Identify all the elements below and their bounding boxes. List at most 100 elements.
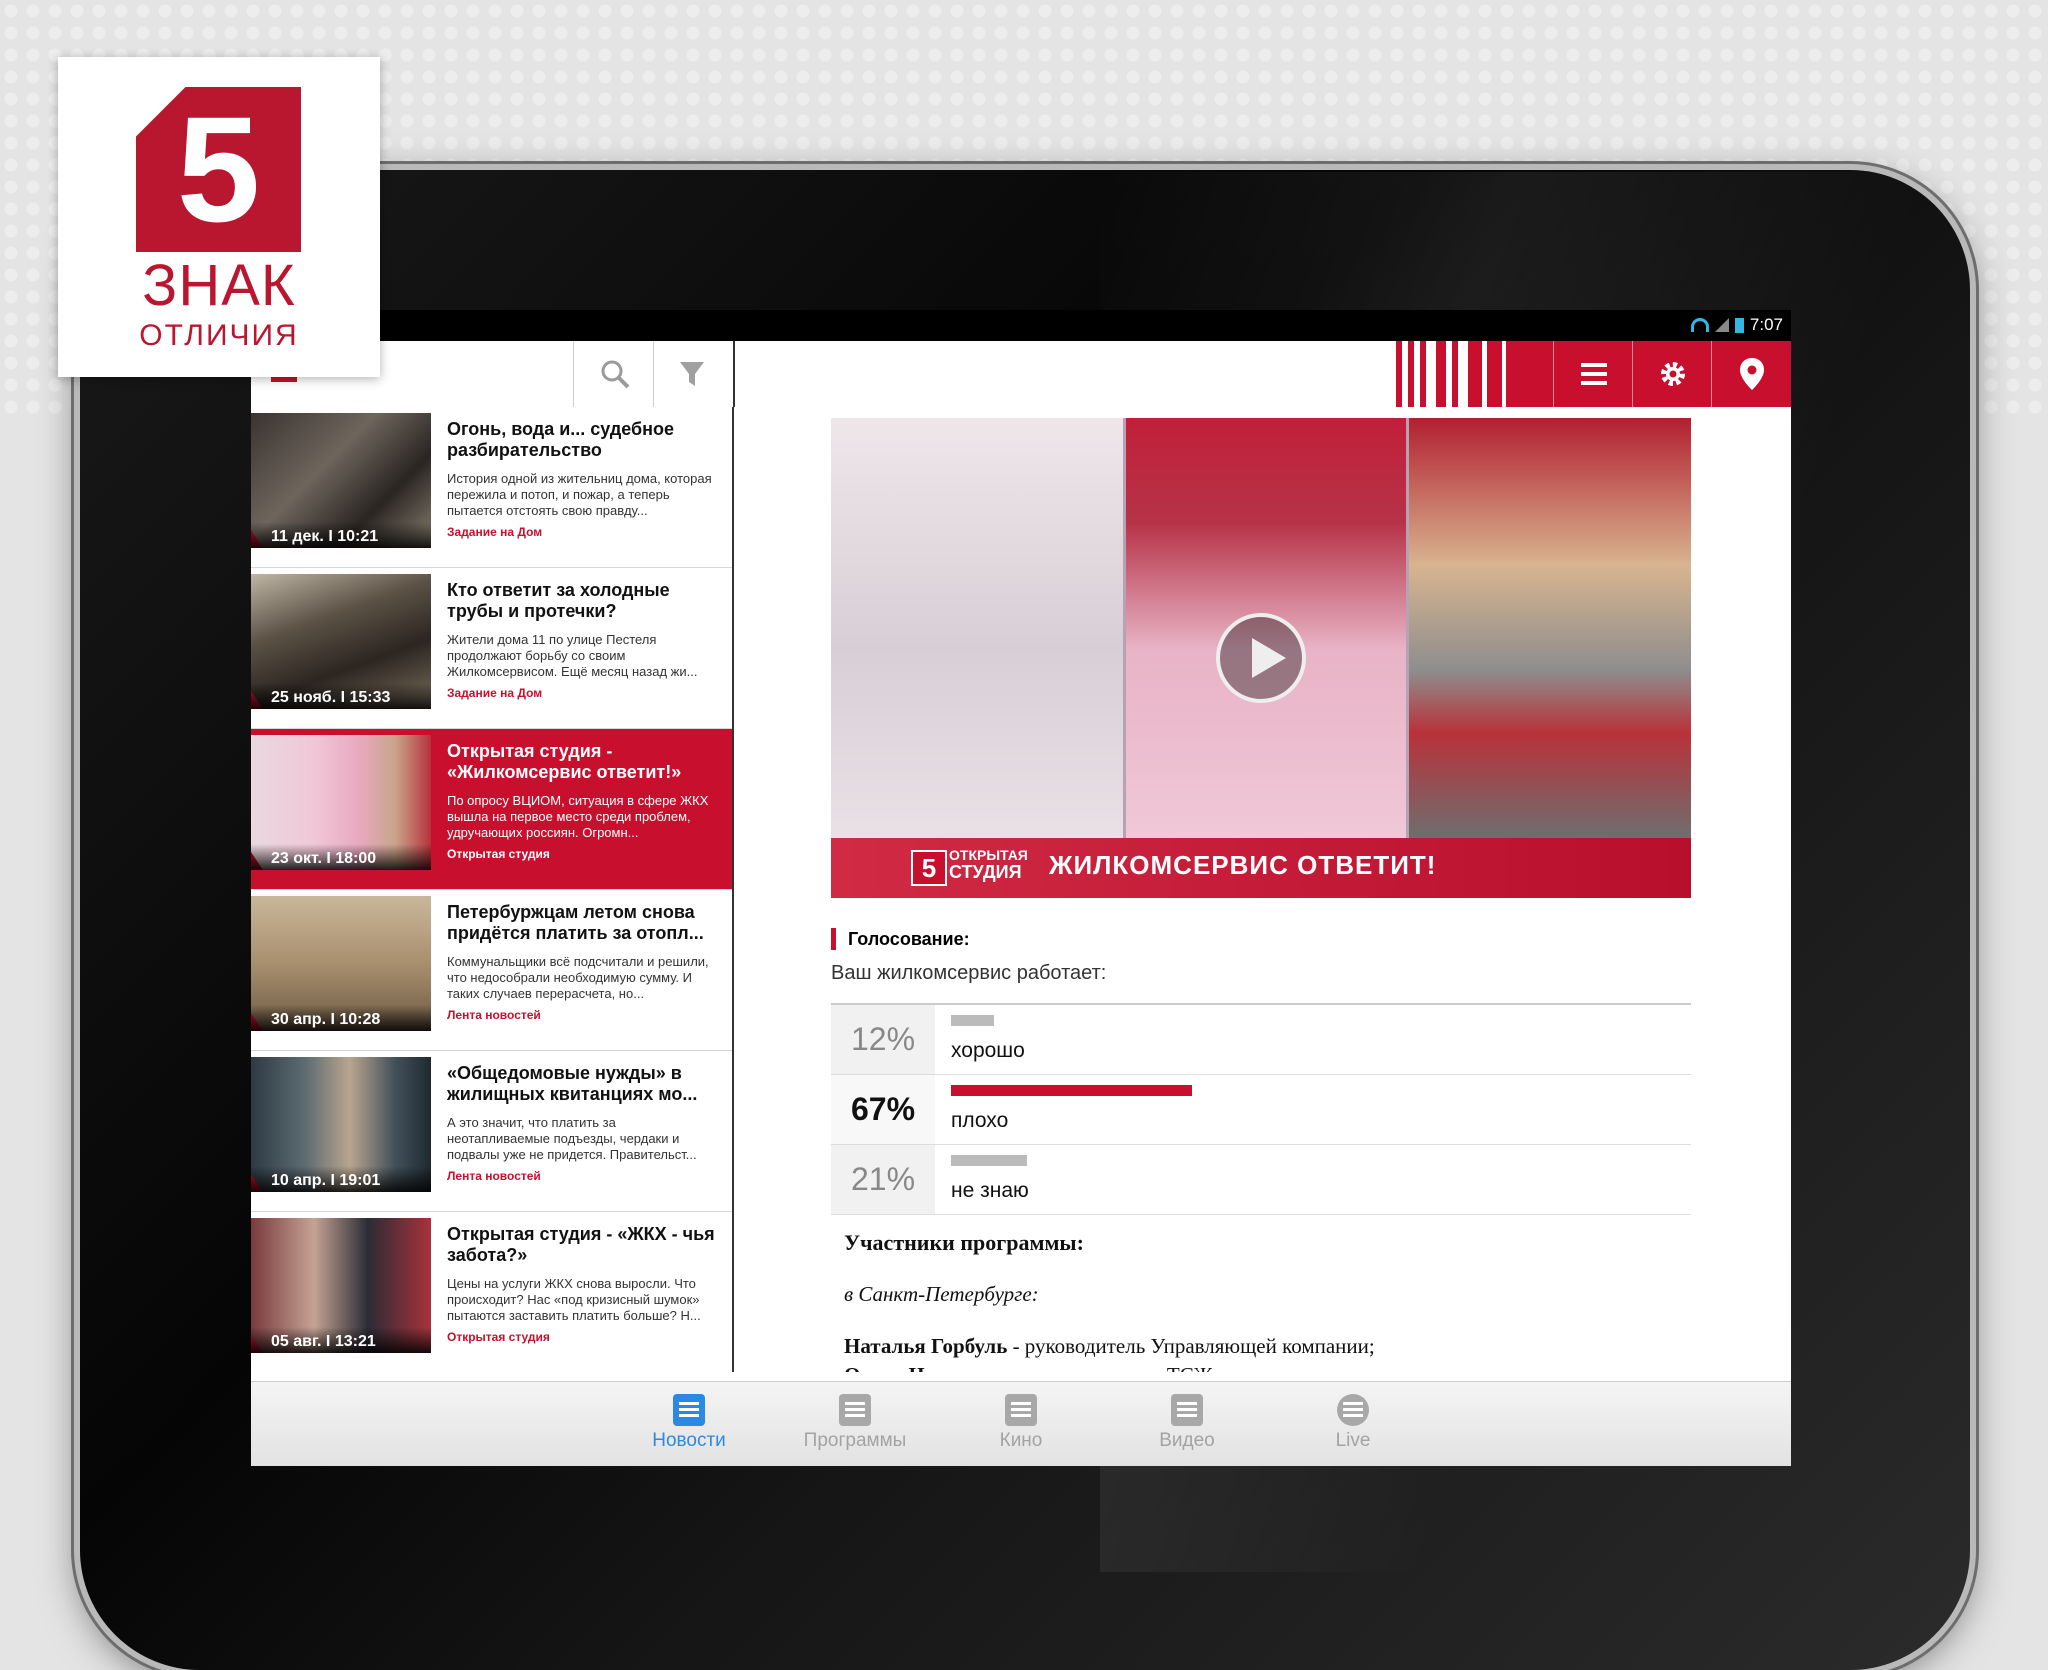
- news-title: Открытая студия - «Жилкомсервис ответит!…: [447, 741, 682, 782]
- news-thumbnail: 25 нояб. I 15:33: [251, 574, 431, 709]
- list-item-selected[interactable]: 23 окт. I 18:00 Открытая студия - «Жилко…: [251, 729, 732, 890]
- list-item[interactable]: 30 апр. I 10:28 Петербуржцам летом снова…: [251, 890, 732, 1051]
- video-frame-right: [1409, 418, 1691, 838]
- video-player[interactable]: 5 ОТКРЫТАЯ СТУДИЯ ЖИЛКОМСЕРВИС ОТВЕТИТ!: [831, 418, 1691, 898]
- participant-name: Ольга Цихновицер: [844, 1363, 1026, 1372]
- news-thumbnail: 30 апр. I 10:28: [251, 896, 431, 1031]
- poll-percent: 67%: [831, 1075, 935, 1144]
- channel-logo: 5: [911, 850, 947, 886]
- lower-third-small-2: СТУДИЯ: [949, 862, 1022, 882]
- news-title: Петербуржцам летом снова придётся платит…: [447, 902, 704, 943]
- video-lower-third: 5 ОТКРЫТАЯ СТУДИЯ ЖИЛКОМСЕРВИС ОТВЕТИТ!: [831, 838, 1691, 898]
- film-icon: [1005, 1394, 1037, 1426]
- news-excerpt: Цены на услуги ЖКХ снова выросли. Что пр…: [447, 1276, 701, 1323]
- list-item[interactable]: 11 дек. I 10:21 Огонь, вода и... судебно…: [251, 407, 732, 568]
- news-tag[interactable]: Лента новостей: [447, 1169, 541, 1183]
- news-list[interactable]: 11 дек. I 10:21 Огонь, вода и... судебно…: [251, 407, 734, 1372]
- list-item[interactable]: 25 нояб. I 15:33 Кто ответит за холодные…: [251, 568, 732, 729]
- poll-bar: [951, 1015, 994, 1026]
- poll-label: плохо: [951, 1109, 1009, 1132]
- play-button[interactable]: [1216, 613, 1306, 703]
- logo-text-line1: ЗНАК: [142, 253, 296, 318]
- list-item[interactable]: 10 апр. I 19:01 «Общедомовые нужды» в жи…: [251, 1051, 732, 1212]
- poll-percent: 21%: [831, 1145, 935, 1214]
- news-tag[interactable]: Открытая студия: [447, 847, 550, 861]
- channel-five-logo: 5: [136, 87, 301, 252]
- tab-label: Новости: [652, 1430, 726, 1451]
- poll-bar: [951, 1155, 1027, 1166]
- poll-label: не знаю: [951, 1179, 1029, 1202]
- video-frame-left: [831, 418, 1123, 838]
- gear-icon: [1660, 362, 1685, 386]
- settings-button[interactable]: [1632, 341, 1712, 407]
- list-item[interactable]: 05 авг. I 13:21 Открытая студия - «ЖКХ -…: [251, 1212, 732, 1372]
- bottom-tab-bar: Новости Программы Кино Видео Live: [251, 1381, 1791, 1466]
- app-screen: 7:07 11 дек. I 10:21 Огонь, вода и... су…: [251, 310, 1791, 1466]
- battery-icon: [1734, 317, 1744, 333]
- lower-third-title: ЖИЛКОМСЕРВИС ОТВЕТИТ!: [1049, 850, 1437, 880]
- tab-label: Видео: [1159, 1430, 1215, 1451]
- tab-film[interactable]: Кино: [956, 1394, 1086, 1452]
- news-tag[interactable]: Задание на Дом: [447, 686, 542, 700]
- tab-programs[interactable]: Программы: [790, 1394, 920, 1452]
- news-date: 25 нояб. I 15:33: [251, 683, 431, 709]
- news-date: 11 дек. I 10:21: [251, 522, 431, 548]
- news-excerpt: А это значит, что платить за неотапливае…: [447, 1115, 697, 1162]
- participant-name: Наталья Горбуль: [844, 1334, 1008, 1358]
- news-date: 10 апр. I 19:01: [251, 1166, 431, 1192]
- status-bar: 7:07: [251, 310, 1791, 341]
- participant-role: - председатель ТСЖ;: [1026, 1363, 1218, 1372]
- location-button[interactable]: [1711, 341, 1791, 407]
- participants-section: Участники программы: в Санкт-Петербурге:…: [844, 1230, 1684, 1372]
- news-excerpt: По опросу ВЦИОМ, ситуация в сфере ЖКХ вы…: [447, 793, 709, 840]
- status-time: 7:07: [1749, 315, 1783, 334]
- lower-third-small-1: ОТКРЫТАЯ: [949, 847, 1028, 863]
- poll-option[interactable]: 67% плохо: [831, 1075, 1691, 1145]
- tab-news[interactable]: Новости: [624, 1394, 754, 1452]
- news-date: 23 окт. I 18:00: [251, 844, 431, 870]
- live-globe-icon: [1337, 1394, 1369, 1426]
- menu-button[interactable]: [1553, 341, 1633, 407]
- news-date: 05 авг. I 13:21: [251, 1327, 431, 1353]
- brand-stripes: [1396, 341, 1791, 407]
- tab-video[interactable]: Видео: [1122, 1394, 1252, 1452]
- news-title: Кто ответит за холодные трубы и протечки…: [447, 580, 670, 621]
- news-tag[interactable]: Лента новостей: [447, 1008, 541, 1022]
- poll-results: 12% хорошо 67% плохо 21% не знаю: [831, 1003, 1691, 1215]
- news-date: 30 апр. I 10:28: [251, 1005, 431, 1031]
- signal-icon: [1714, 318, 1729, 332]
- search-icon[interactable]: [592, 351, 638, 397]
- tab-label: Кино: [999, 1430, 1043, 1451]
- tab-label: Live: [1335, 1430, 1371, 1451]
- poll-bar: [951, 1085, 1192, 1096]
- poll-title: Голосование:: [831, 928, 970, 950]
- news-title: Огонь, вода и... судебное разбирательств…: [447, 419, 675, 460]
- news-excerpt: Коммунальщики всё подсчитали и решили, ч…: [447, 954, 709, 1001]
- logo-text-line2: ОТЛИЧИЯ: [139, 319, 299, 352]
- participants-heading: Участники программы:: [844, 1230, 1084, 1255]
- news-thumbnail: 10 апр. I 19:01: [251, 1057, 431, 1192]
- app-top-bar: [251, 341, 1791, 408]
- news-excerpt: История одной из жительниц дома, которая…: [447, 471, 712, 518]
- news-thumbnail: 05 авг. I 13:21: [251, 1218, 431, 1353]
- video-icon: [1171, 1394, 1203, 1426]
- brand-logo: 5 ЗНАК ОТЛИЧИЯ: [58, 57, 380, 377]
- news-title: «Общедомовые нужды» в жилищных квитанция…: [447, 1063, 698, 1104]
- news-icon: [673, 1394, 705, 1426]
- article-detail[interactable]: 5 ОТКРЫТАЯ СТУДИЯ ЖИЛКОМСЕРВИС ОТВЕТИТ! …: [734, 407, 1791, 1372]
- news-tag[interactable]: Задание на Дом: [447, 525, 542, 539]
- participants-city: в Санкт-Петербурге:: [844, 1282, 1039, 1306]
- tab-live[interactable]: Live: [1288, 1394, 1418, 1452]
- location-pin-icon: [1739, 358, 1764, 390]
- poll-question: Ваш жилкомсервис работает:: [831, 962, 1107, 984]
- filter-icon[interactable]: [669, 351, 715, 397]
- news-excerpt: Жители дома 11 по улице Пестеля продолжа…: [447, 632, 698, 679]
- participant-role: - руководитель Управляющей компании;: [1007, 1334, 1375, 1358]
- poll-percent: 12%: [831, 1005, 935, 1074]
- menu-icon: [1580, 363, 1607, 385]
- tab-label: Программы: [803, 1430, 907, 1451]
- poll-option[interactable]: 12% хорошо: [831, 1005, 1691, 1075]
- news-tag[interactable]: Открытая студия: [447, 1330, 550, 1344]
- news-title: Открытая студия - «ЖКХ - чья забота?»: [447, 1224, 715, 1265]
- poll-option[interactable]: 21% не знаю: [831, 1145, 1691, 1215]
